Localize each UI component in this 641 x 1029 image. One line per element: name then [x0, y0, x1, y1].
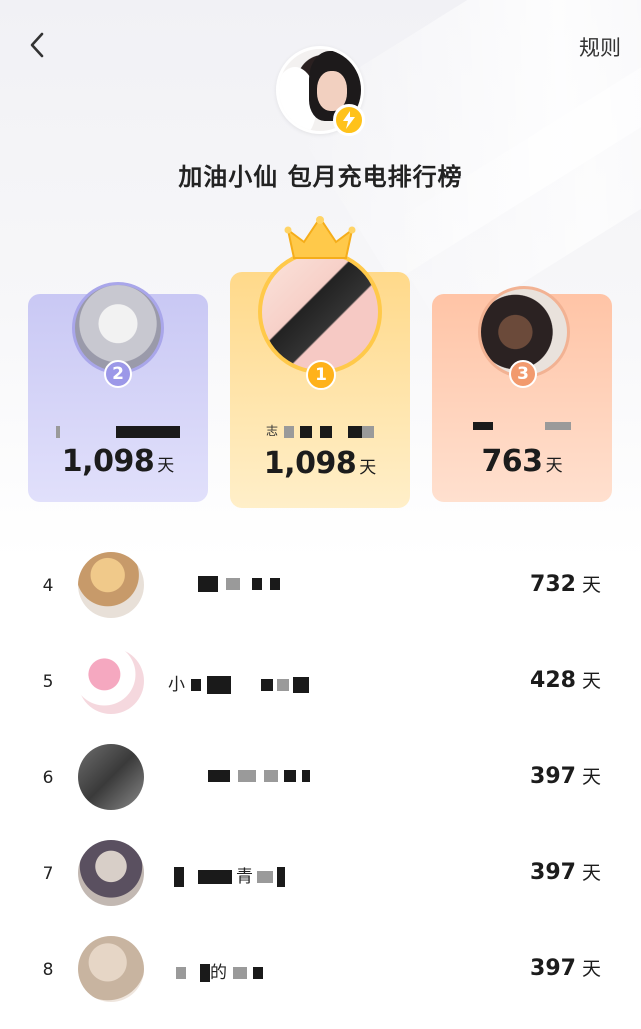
user-name: [168, 574, 280, 594]
avatar[interactable]: [258, 250, 382, 374]
podium-count: 1,098 天: [61, 444, 175, 479]
podium-name: [432, 418, 612, 432]
avatar[interactable]: [78, 552, 144, 618]
podium-name: 志: [230, 422, 410, 439]
avatar[interactable]: [78, 840, 144, 906]
list-item[interactable]: 5 小 428 天: [0, 636, 641, 724]
charge-days: 428 天: [530, 668, 601, 693]
charge-days: 732 天: [530, 572, 601, 597]
avatar[interactable]: [78, 744, 144, 810]
rank-number: 6: [42, 768, 54, 788]
list-item[interactable]: 6 397 天: [0, 732, 641, 820]
user-name: 小: [168, 670, 309, 695]
charge-days: 397 天: [530, 764, 601, 789]
page-title: 加油小仙 包月充电排行榜: [178, 163, 463, 191]
rank-number: 4: [42, 576, 54, 596]
rank-number: 8: [42, 960, 54, 980]
chevron-left-icon: [30, 32, 44, 58]
rank-number: 5: [42, 672, 54, 692]
podium-name: [28, 424, 208, 438]
podium-count: 1,098 天: [263, 446, 377, 481]
bolt-icon: [333, 104, 365, 136]
rank-badge: 3: [509, 360, 537, 388]
podium-count: 763 天: [481, 444, 563, 479]
rules-button[interactable]: 规则: [579, 32, 621, 62]
user-name: 青: [168, 862, 285, 887]
list-item[interactable]: 8 的 397 天: [0, 924, 641, 1012]
avatar[interactable]: [78, 648, 144, 714]
charge-days: 397 天: [530, 860, 601, 885]
list-item[interactable]: 4 732 天: [0, 540, 641, 628]
rank-number: 7: [42, 864, 54, 884]
back-button[interactable]: [22, 28, 52, 62]
avatar[interactable]: [78, 936, 144, 1002]
rank-badge: 2: [104, 360, 132, 388]
rank-badge: 1: [306, 360, 336, 390]
list-item[interactable]: 7 青 397 天: [0, 828, 641, 916]
user-name: 的: [168, 958, 263, 983]
user-name: [168, 766, 310, 786]
charge-days: 397 天: [530, 956, 601, 981]
crown-icon: [284, 216, 356, 259]
